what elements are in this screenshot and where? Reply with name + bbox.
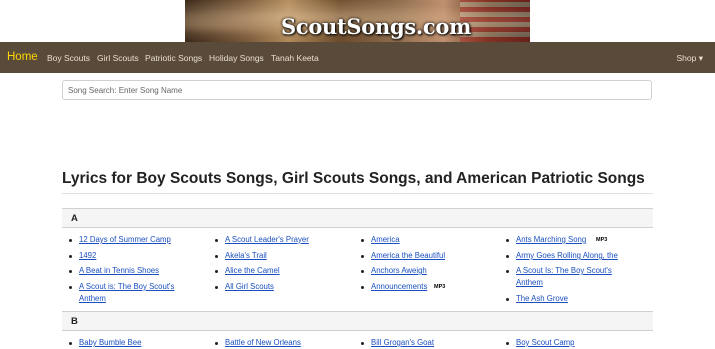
mp3-badge: MP3 <box>596 237 608 243</box>
song-link[interactable]: Bill Grogan's Goat <box>371 337 483 349</box>
nav-home[interactable]: Home <box>7 51 38 63</box>
nav-holiday-songs[interactable]: Holiday Songs <box>209 53 264 63</box>
bullet <box>69 286 72 289</box>
song-link[interactable]: Boy Scout Camp <box>516 337 628 349</box>
song-link[interactable]: Ants Marching Song <box>516 234 586 246</box>
section-letter: B <box>71 316 78 327</box>
song-link[interactable]: Alice the Camel <box>225 265 337 277</box>
bullet <box>506 270 509 273</box>
song-link[interactable]: America <box>371 234 483 246</box>
song-link[interactable]: A Scout Leader's Prayer <box>225 234 337 246</box>
site-banner[interactable]: ScoutSongs.com <box>185 0 530 42</box>
bullet <box>215 342 218 345</box>
mp3-badge: MP3 <box>434 284 446 290</box>
song-link[interactable]: America the Beautiful <box>371 250 483 262</box>
song-link[interactable]: Battle of New Orleans <box>225 337 337 349</box>
bullet <box>69 270 72 273</box>
song-link[interactable]: Army Goes Rolling Along, the <box>516 250 636 262</box>
bullet <box>69 342 72 345</box>
bullet <box>361 342 364 345</box>
page-title: Lyrics for Boy Scouts Songs, Girl Scouts… <box>62 170 645 187</box>
section-header-b: B <box>62 311 653 331</box>
song-link[interactable]: Akela's Trail <box>225 250 337 262</box>
bullet <box>506 239 509 242</box>
bullet <box>506 298 509 301</box>
song-link[interactable]: 12 Days of Summer Camp <box>79 234 191 246</box>
bullet <box>506 255 509 258</box>
song-link[interactable]: Baby Bumble Bee <box>79 337 191 349</box>
nav-shop-dropdown[interactable]: Shop ▾ <box>677 53 703 64</box>
section-header-a: A <box>62 208 653 228</box>
nav-boy-scouts[interactable]: Boy Scouts <box>47 53 90 63</box>
bullet <box>361 255 364 258</box>
bullet <box>215 286 218 289</box>
song-link[interactable]: The Ash Grove <box>516 293 628 305</box>
bullet <box>215 239 218 242</box>
song-link[interactable]: A Scout is: The Boy Scout's Anthem <box>79 281 189 305</box>
nav-patriotic-songs[interactable]: Patriotic Songs <box>145 53 202 63</box>
song-link[interactable]: All Girl Scouts <box>225 281 337 293</box>
song-link[interactable]: Announcements <box>371 281 427 293</box>
bullet <box>215 255 218 258</box>
bullet <box>361 286 364 289</box>
song-link[interactable]: 1492 <box>79 250 191 262</box>
song-link[interactable]: A Scout Is: The Boy Scout's Anthem <box>516 265 626 289</box>
section-letter: A <box>71 213 78 224</box>
navbar: Home Boy Scouts Girl Scouts Patriotic So… <box>0 42 715 73</box>
song-link[interactable]: Anchors Aweigh <box>371 265 483 277</box>
bullet <box>361 270 364 273</box>
song-search-input[interactable] <box>62 80 652 100</box>
song-link[interactable]: A Beat in Tennis Shoes <box>79 265 191 277</box>
site-logo[interactable]: ScoutSongs.com <box>281 14 471 39</box>
bullet <box>361 239 364 242</box>
title-divider <box>62 193 653 194</box>
nav-tanah-keeta[interactable]: Tanah Keeta <box>271 53 319 63</box>
nav-girl-scouts[interactable]: Girl Scouts <box>97 53 139 63</box>
bullet <box>215 270 218 273</box>
bullet <box>506 342 509 345</box>
bullet <box>69 255 72 258</box>
bullet <box>69 239 72 242</box>
